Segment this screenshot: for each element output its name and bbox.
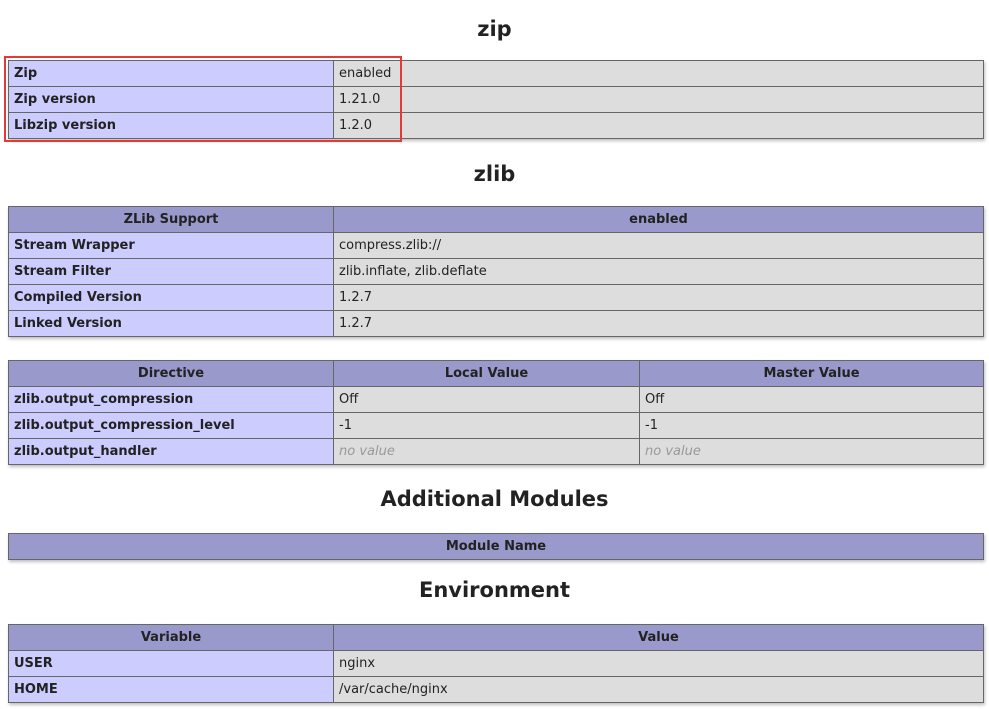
module-name-header: Module Name: [8, 533, 984, 560]
zip-version-key: Zip version: [8, 86, 334, 113]
stream-wrapper-key: Stream Wrapper: [8, 232, 334, 259]
table-header-row: Variable Value: [8, 624, 984, 651]
no-value-text: no value: [645, 444, 701, 459]
table-row: Compiled Version 1.2.7: [8, 284, 984, 311]
zlib-support-value: enabled: [333, 206, 984, 233]
zip-version-value: 1.21.0: [333, 86, 984, 113]
linked-version-value: 1.2.7: [333, 310, 984, 337]
variable-header: Variable: [8, 624, 334, 651]
section-title-zip: zip: [477, 17, 512, 41]
directive-name: zlib.output_handler: [8, 438, 334, 465]
zlib-support-header: ZLib Support: [8, 206, 334, 233]
zlib-directives-table: Directive Local Value Master Value zlib.…: [8, 360, 984, 465]
libzip-version-value: 1.2.0: [333, 112, 984, 139]
linked-version-key: Linked Version: [8, 310, 334, 337]
table-header-row: ZLib Support enabled: [8, 206, 984, 233]
table-row: Libzip version 1.2.0: [8, 112, 984, 139]
directive-master-value: no value: [639, 438, 984, 465]
table-row: Stream Wrapper compress.zlib://: [8, 232, 984, 259]
section-title-environment: Environment: [418, 578, 571, 602]
zip-key: Zip: [8, 60, 334, 87]
table-row: Zip enabled: [8, 60, 984, 87]
table-row: zlib.output_compression_level -1 -1: [8, 412, 984, 439]
table-row: Stream Filter zlib.inflate, zlib.deflate: [8, 258, 984, 285]
directive-name: zlib.output_compression: [8, 386, 334, 413]
section-title-additional-modules: Additional Modules: [380, 487, 609, 511]
env-variable-name: USER: [8, 650, 334, 677]
env-variable-value: /var/cache/nginx: [333, 676, 984, 703]
zlib-table: ZLib Support enabled Stream Wrapper comp…: [8, 206, 984, 337]
table-header-row: Directive Local Value Master Value: [8, 360, 984, 387]
directive-local-value: Off: [333, 386, 640, 413]
environment-table: Variable Value USER nginx HOME /var/cach…: [8, 624, 984, 703]
section-title-zlib: zlib: [473, 162, 516, 186]
local-value-header: Local Value: [333, 360, 640, 387]
env-variable-value: nginx: [333, 650, 984, 677]
table-row: USER nginx: [8, 650, 984, 677]
table-row: Linked Version 1.2.7: [8, 310, 984, 337]
table-row: zlib.output_compression Off Off: [8, 386, 984, 413]
compiled-version-value: 1.2.7: [333, 284, 984, 311]
directive-header: Directive: [8, 360, 334, 387]
table-row: HOME /var/cache/nginx: [8, 676, 984, 703]
value-header: Value: [333, 624, 984, 651]
zip-value: enabled: [333, 60, 984, 87]
directive-local-value: no value: [333, 438, 640, 465]
additional-modules-table: Module Name: [8, 533, 984, 560]
libzip-version-key: Libzip version: [8, 112, 334, 139]
table-row: Zip version 1.21.0: [8, 86, 984, 113]
stream-wrapper-value: compress.zlib://: [333, 232, 984, 259]
table-header-row: Module Name: [8, 533, 984, 560]
compiled-version-key: Compiled Version: [8, 284, 334, 311]
directive-master-value: -1: [639, 412, 984, 439]
env-variable-name: HOME: [8, 676, 334, 703]
directive-name: zlib.output_compression_level: [8, 412, 334, 439]
master-value-header: Master Value: [639, 360, 984, 387]
zip-table: Zip enabled Zip version 1.21.0 Libzip ve…: [8, 60, 984, 139]
table-row: zlib.output_handler no value no value: [8, 438, 984, 465]
stream-filter-value: zlib.inflate, zlib.deflate: [333, 258, 984, 285]
no-value-text: no value: [339, 444, 395, 459]
directive-master-value: Off: [639, 386, 984, 413]
directive-local-value: -1: [333, 412, 640, 439]
stream-filter-key: Stream Filter: [8, 258, 334, 285]
